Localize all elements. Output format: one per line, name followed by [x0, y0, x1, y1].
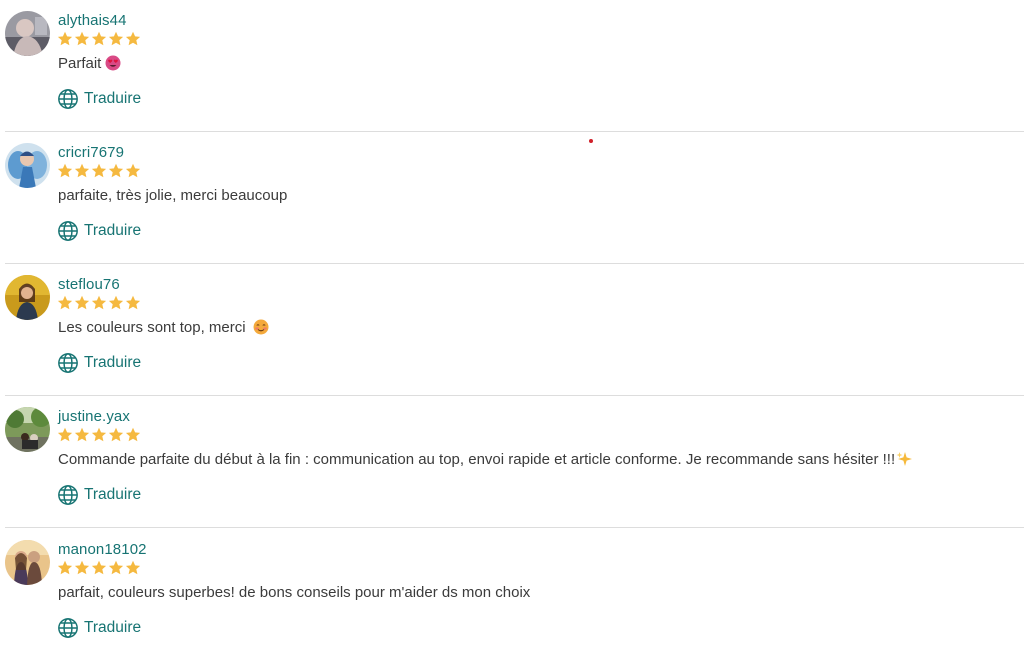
review-text-line: Parfait: [58, 55, 121, 72]
star-rating: [57, 560, 141, 576]
review-text-line: parfaite, très jolie, merci beaucoup: [58, 187, 287, 204]
translate-label: Traduire: [84, 354, 142, 371]
star-icon: [108, 427, 124, 442]
star-icon: [125, 560, 141, 575]
review-item: manon18102 parfait, couleurs superbes! d…: [5, 529, 1024, 661]
review-text: Parfait: [58, 55, 102, 72]
review-text: parfaite, très jolie, merci beaucoup: [58, 187, 288, 204]
globe-icon: [58, 89, 78, 109]
review-text-line: parfait, couleurs superbes! de bons cons…: [58, 584, 530, 601]
heart-eyes-emoji-icon: [105, 55, 121, 71]
avatar[interactable]: [5, 407, 50, 452]
review-text: Commande parfaite du début à la fin : co…: [58, 451, 896, 468]
star-rating: [57, 31, 141, 47]
star-rating: [57, 295, 141, 311]
star-icon: [91, 163, 107, 178]
star-rating: [57, 427, 141, 443]
review-item: cricri7679 parfaite, très jolie, merci b…: [5, 132, 1024, 264]
star-icon: [74, 31, 90, 46]
globe-icon: [58, 221, 78, 241]
translate-label: Traduire: [84, 90, 142, 107]
star-icon: [91, 31, 107, 46]
review-text-line: Commande parfaite du début à la fin : co…: [58, 451, 913, 468]
review-text-line: Les couleurs sont top, merci: [58, 319, 269, 336]
star-icon: [57, 163, 73, 178]
star-icon: [74, 560, 90, 575]
star-icon: [74, 163, 90, 178]
translate-label: Traduire: [84, 486, 142, 503]
star-rating: [57, 163, 141, 179]
star-icon: [125, 31, 141, 46]
star-icon: [108, 163, 124, 178]
avatar[interactable]: [5, 275, 50, 320]
globe-icon: [58, 485, 78, 505]
translate-button[interactable]: Traduire: [57, 87, 141, 111]
globe-icon: [58, 618, 78, 638]
star-icon: [91, 295, 107, 310]
star-icon: [108, 295, 124, 310]
avatar[interactable]: [5, 143, 50, 188]
review-text: Les couleurs sont top, merci: [58, 319, 246, 336]
star-icon: [125, 163, 141, 178]
reviewer-username[interactable]: justine.yax: [58, 408, 130, 425]
star-icon: [91, 427, 107, 442]
reviewer-username[interactable]: steflou76: [58, 276, 120, 293]
globe-icon: [58, 353, 78, 373]
star-icon: [108, 560, 124, 575]
star-icon: [108, 31, 124, 46]
sparkles-emoji-icon: [896, 452, 913, 466]
star-icon: [125, 295, 141, 310]
star-icon: [57, 295, 73, 310]
translate-button[interactable]: Traduire: [57, 351, 141, 375]
reviewer-username[interactable]: manon18102: [58, 541, 147, 558]
star-icon: [57, 31, 73, 46]
translate-button[interactable]: Traduire: [57, 483, 141, 507]
review-item: steflou76 Les couleurs sont top, merci T…: [5, 264, 1024, 396]
smiling-blushing-emoji-icon: [253, 319, 269, 335]
translate-label: Traduire: [84, 619, 142, 636]
star-icon: [74, 427, 90, 442]
star-icon: [125, 427, 141, 442]
reviewer-username[interactable]: cricri7679: [58, 144, 124, 161]
review-text: parfait, couleurs superbes! de bons cons…: [58, 584, 531, 601]
reviewer-username[interactable]: alythais44: [58, 12, 127, 29]
star-icon: [91, 560, 107, 575]
translate-label: Traduire: [84, 222, 142, 239]
avatar[interactable]: [5, 11, 50, 56]
avatar[interactable]: [5, 540, 50, 585]
cursor-marker-dot: [589, 139, 593, 143]
review-item: justine.yax Commande parfaite du début à…: [5, 396, 1024, 528]
star-icon: [74, 295, 90, 310]
star-icon: [57, 427, 73, 442]
translate-button[interactable]: Traduire: [57, 616, 141, 640]
review-item: alythais44 Parfait Traduire: [5, 0, 1024, 132]
translate-button[interactable]: Traduire: [57, 219, 141, 243]
star-icon: [57, 560, 73, 575]
